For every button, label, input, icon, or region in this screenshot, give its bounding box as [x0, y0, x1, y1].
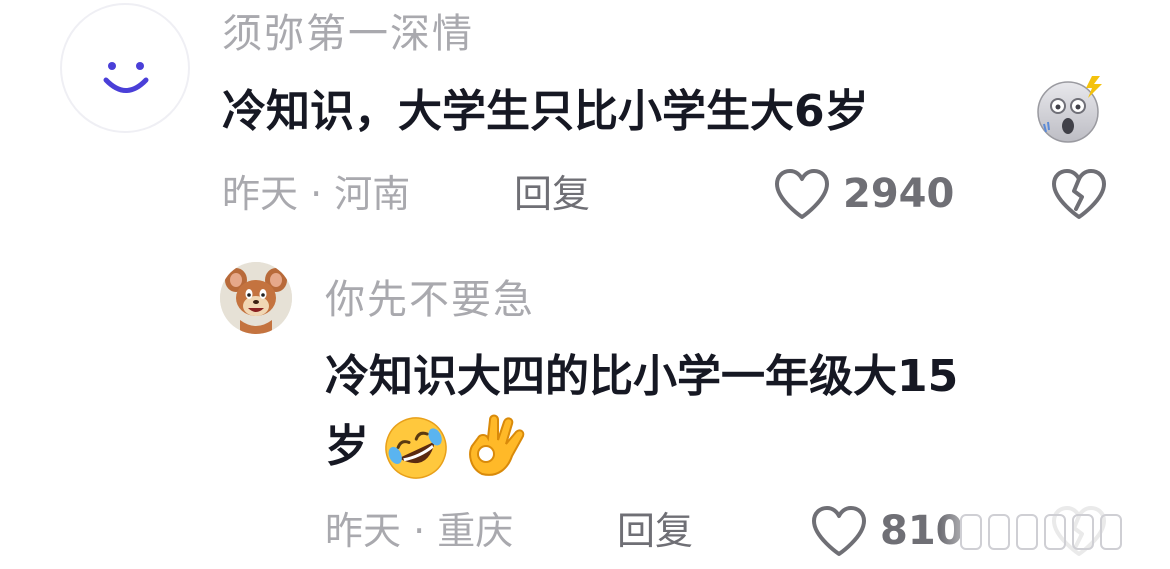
heart-like-icon[interactable] [773, 167, 831, 221]
jerry-mouse-avatar-icon [220, 262, 292, 334]
watermark-glyph [1072, 514, 1094, 550]
comment-username[interactable]: 须弥第一深情 [222, 14, 474, 54]
reply-button[interactable]: 回复 [617, 512, 693, 550]
rolling-laughing-emoji-icon [385, 417, 447, 479]
comment-text: 冷知识大四的比小学一年级大15 [325, 351, 959, 402]
reply-button[interactable]: 回复 [514, 175, 590, 213]
heart-like-icon[interactable] [810, 504, 868, 558]
comment-username[interactable]: 你先不要急 [325, 280, 535, 320]
watermark-glyph [988, 514, 1010, 550]
broken-heart-dislike-icon[interactable] [1050, 167, 1108, 221]
comment-text: 冷知识，大学生只比小学生大6岁 [222, 86, 869, 137]
smiley-avatar-icon [103, 62, 149, 93]
like-count: 2940 [843, 171, 955, 217]
comment-time-location: 昨天 · 河南 [222, 172, 411, 216]
avatar[interactable] [220, 262, 292, 334]
comment-text-line2: 岁 [325, 421, 369, 472]
watermark-glyph [1100, 514, 1122, 550]
watermark-overlay [940, 502, 1160, 562]
watermark-glyph [1016, 514, 1038, 550]
ok-hand-emoji-icon [469, 414, 525, 476]
watermark-glyph [1044, 514, 1066, 550]
comment-time-location: 昨天 · 重庆 [325, 509, 514, 553]
avatar[interactable] [60, 3, 190, 133]
comment-list: 须弥第一深情 冷知识，大学生只比小学生大6岁 昨天 · 河南 回复 2940 你… [0, 0, 1170, 569]
watermark-glyph [960, 514, 982, 550]
shocked-face-emoji-icon [1037, 76, 1102, 143]
